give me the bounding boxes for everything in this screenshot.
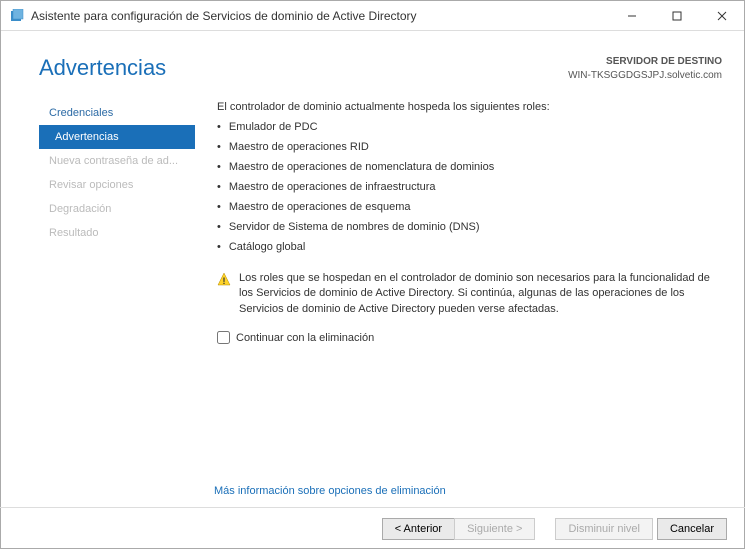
sidebar-item-degradacion: Degradación bbox=[39, 197, 195, 221]
warning-text: Los roles que se hospedan en el controla… bbox=[239, 271, 716, 317]
window-title: Asistente para configuración de Servicio… bbox=[31, 9, 609, 23]
titlebar: Asistente para configuración de Servicio… bbox=[1, 1, 744, 31]
svg-text:!: ! bbox=[223, 276, 226, 286]
destination-label: SERVIDOR DE DESTINO bbox=[568, 55, 722, 69]
page-title: Advertencias bbox=[39, 55, 166, 81]
continue-removal-row: Continuar con la eliminación bbox=[217, 331, 716, 344]
sidebar: Credenciales Advertencias Nueva contrase… bbox=[39, 91, 195, 491]
role-item: Maestro de operaciones de infraestructur… bbox=[217, 179, 716, 199]
minimize-button[interactable] bbox=[609, 1, 654, 31]
warning-block: ! Los roles que se hospedan en el contro… bbox=[217, 271, 716, 317]
sidebar-item-nueva-contrasena: Nueva contraseña de ad... bbox=[39, 149, 195, 173]
cancel-button[interactable]: Cancelar bbox=[657, 518, 727, 540]
role-item: Emulador de PDC bbox=[217, 119, 716, 139]
role-list: Emulador de PDC Maestro de operaciones R… bbox=[217, 119, 716, 259]
destination-value: WIN-TKSGGDGSJPJ.solvetic.com bbox=[568, 69, 722, 83]
continue-removal-label[interactable]: Continuar con la eliminación bbox=[236, 332, 374, 344]
more-info-link[interactable]: Más información sobre opciones de elimin… bbox=[214, 485, 446, 497]
role-item: Maestro de operaciones de nomenclatura d… bbox=[217, 159, 716, 179]
destination-info: SERVIDOR DE DESTINO WIN-TKSGGDGSJPJ.solv… bbox=[568, 55, 722, 83]
previous-button[interactable]: < Anterior bbox=[382, 518, 454, 540]
window-controls bbox=[609, 1, 744, 31]
body: Credenciales Advertencias Nueva contrase… bbox=[1, 91, 744, 491]
warning-icon: ! bbox=[217, 272, 231, 286]
maximize-button[interactable] bbox=[654, 1, 699, 31]
sidebar-item-revisar-opciones: Revisar opciones bbox=[39, 173, 195, 197]
continue-removal-checkbox[interactable] bbox=[217, 331, 230, 344]
header: Advertencias SERVIDOR DE DESTINO WIN-TKS… bbox=[1, 31, 744, 91]
demote-button: Disminuir nivel bbox=[555, 518, 653, 540]
role-item: Maestro de operaciones de esquema bbox=[217, 199, 716, 219]
sidebar-item-resultado: Resultado bbox=[39, 221, 195, 245]
intro-text: El controlador de dominio actualmente ho… bbox=[217, 101, 716, 113]
app-icon bbox=[9, 8, 25, 24]
footer: < Anterior Siguiente > Disminuir nivel C… bbox=[0, 507, 745, 549]
sidebar-item-credenciales[interactable]: Credenciales bbox=[39, 101, 195, 125]
next-button: Siguiente > bbox=[454, 518, 535, 540]
close-button[interactable] bbox=[699, 1, 744, 31]
role-item: Maestro de operaciones RID bbox=[217, 139, 716, 159]
role-item: Catálogo global bbox=[217, 239, 716, 259]
role-item: Servidor de Sistema de nombres de domini… bbox=[217, 219, 716, 239]
content: El controlador de dominio actualmente ho… bbox=[195, 91, 744, 491]
sidebar-item-advertencias[interactable]: Advertencias bbox=[39, 125, 195, 149]
